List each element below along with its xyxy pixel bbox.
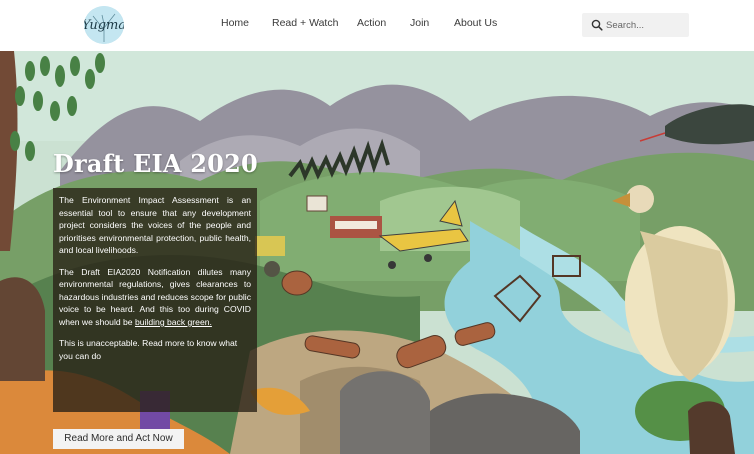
building-back-green-link[interactable]: building back green. bbox=[135, 317, 212, 327]
site-header: Yugma Home Read + Watch Action Join Abou… bbox=[0, 0, 754, 51]
nav-home[interactable]: Home bbox=[221, 17, 249, 29]
search-box bbox=[582, 13, 689, 37]
search-icon[interactable] bbox=[591, 19, 603, 31]
nav-action[interactable]: Action bbox=[357, 17, 386, 29]
site-logo[interactable]: Yugma bbox=[84, 6, 124, 44]
hero-paragraph-3: This is unacceptable. Read more to know … bbox=[59, 338, 238, 361]
hero-paragraph-2: The Draft EIA2020 Notification dilutes m… bbox=[59, 266, 251, 329]
nav-read-watch[interactable]: Read + Watch bbox=[272, 17, 338, 29]
nav-join[interactable]: Join bbox=[410, 17, 429, 29]
nav-about-us[interactable]: About Us bbox=[454, 17, 497, 29]
hero-paragraph-1: The Environment Impact Assessment is an … bbox=[59, 195, 251, 256]
search-input[interactable] bbox=[606, 17, 686, 33]
hero-section: Draft EIA 2020 The Environment Impact As… bbox=[0, 51, 754, 454]
hero-text-card: The Environment Impact Assessment is an … bbox=[53, 188, 257, 412]
read-more-button[interactable]: Read More and Act Now bbox=[53, 429, 184, 449]
logo-text: Yugma bbox=[84, 17, 124, 33]
hero-title: Draft EIA 2020 bbox=[53, 149, 258, 178]
